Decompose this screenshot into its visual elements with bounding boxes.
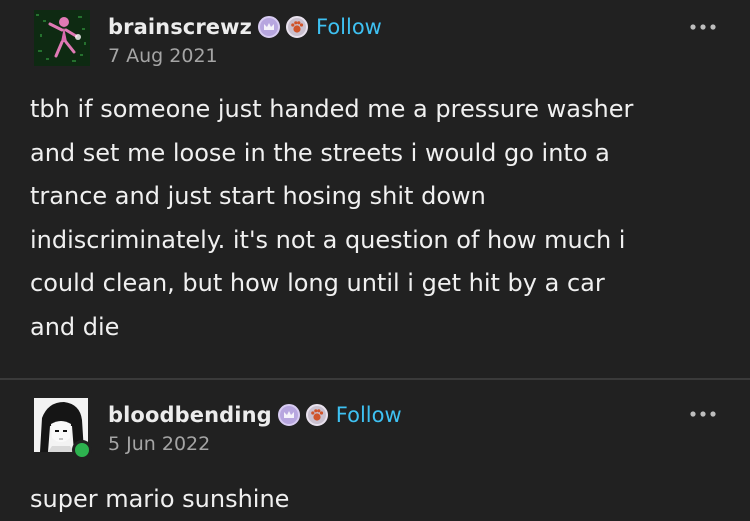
post-bloodbending: bloodbending Follow 5 Jun 2022 super mar… [0,380,750,521]
avatar-image [34,10,90,66]
post-body: tbh if someone just handed me a pressure… [30,95,634,341]
post-header: brainscrewz Follow [108,10,382,44]
crown-badge-icon[interactable] [257,16,280,38]
username[interactable]: bloodbending [108,403,272,427]
post-header: bloodbending Follow [108,398,402,432]
post-date[interactable]: 5 Jun 2022 [108,433,210,455]
follow-button[interactable]: Follow [336,403,402,427]
crown-badge-icon[interactable] [277,404,300,426]
username[interactable]: brainscrewz [108,15,252,39]
paw-badge-icon[interactable] [285,16,308,38]
post-body: super mario sunshine [30,485,290,513]
follow-button[interactable]: Follow [316,15,382,39]
online-status-icon [72,440,92,460]
dancer-avatar-icon[interactable] [34,10,90,66]
post-date[interactable]: 7 Aug 2021 [108,45,218,67]
post-brainscrewz: brainscrewz Follow 7 Aug 2021 tbh if som… [0,0,750,378]
paw-badge-icon[interactable] [305,404,328,426]
more-options-icon[interactable] [688,406,718,420]
more-options-icon[interactable] [688,19,718,33]
